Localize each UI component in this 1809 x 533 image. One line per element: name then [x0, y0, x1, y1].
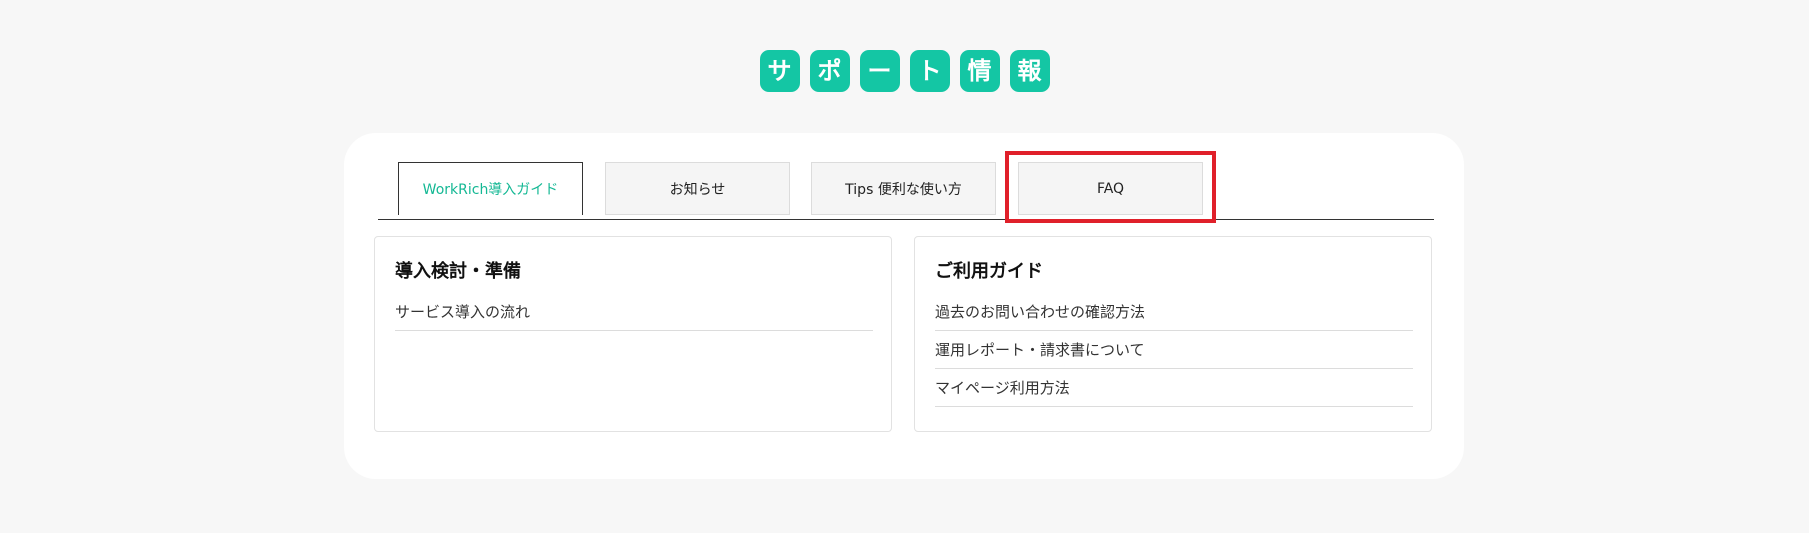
link-list: 過去のお問い合わせの確認方法 運用レポート・請求書について マイページ利用方法 [935, 293, 1413, 407]
tab-workrich-guide[interactable]: WorkRich導入ガイド [398, 162, 583, 215]
page-title: サ ポ ー ト 情 報 [0, 50, 1809, 92]
tab-bar: WorkRich導入ガイド お知らせ Tips 便利な使い方 FAQ [378, 162, 1434, 220]
panel-title: 導入検討・準備 [395, 261, 521, 282]
title-char: サ [759, 50, 800, 92]
title-char: 報 [1009, 50, 1050, 92]
tab-faq[interactable]: FAQ [1018, 162, 1203, 215]
panel-title: ご利用ガイド [935, 261, 1043, 282]
link-mypage-usage[interactable]: マイページ利用方法 [935, 369, 1413, 407]
title-char: 情 [959, 50, 1000, 92]
title-char: ト [909, 50, 950, 92]
link-list: サービス導入の流れ [395, 293, 873, 331]
panel-usage-guide: ご利用ガイド 過去のお問い合わせの確認方法 運用レポート・請求書について マイペ… [914, 236, 1432, 432]
link-past-inquiries[interactable]: 過去のお問い合わせの確認方法 [935, 293, 1413, 331]
tab-news[interactable]: お知らせ [605, 162, 790, 215]
panel-preparation: 導入検討・準備 サービス導入の流れ [374, 236, 892, 432]
link-service-flow[interactable]: サービス導入の流れ [395, 293, 873, 331]
support-card: WorkRich導入ガイド お知らせ Tips 便利な使い方 FAQ 導入検討・… [344, 133, 1464, 479]
title-char: ー [859, 50, 900, 92]
link-reports-invoices[interactable]: 運用レポート・請求書について [935, 331, 1413, 369]
title-char: ポ [809, 50, 850, 92]
tab-tips[interactable]: Tips 便利な使い方 [811, 162, 996, 215]
